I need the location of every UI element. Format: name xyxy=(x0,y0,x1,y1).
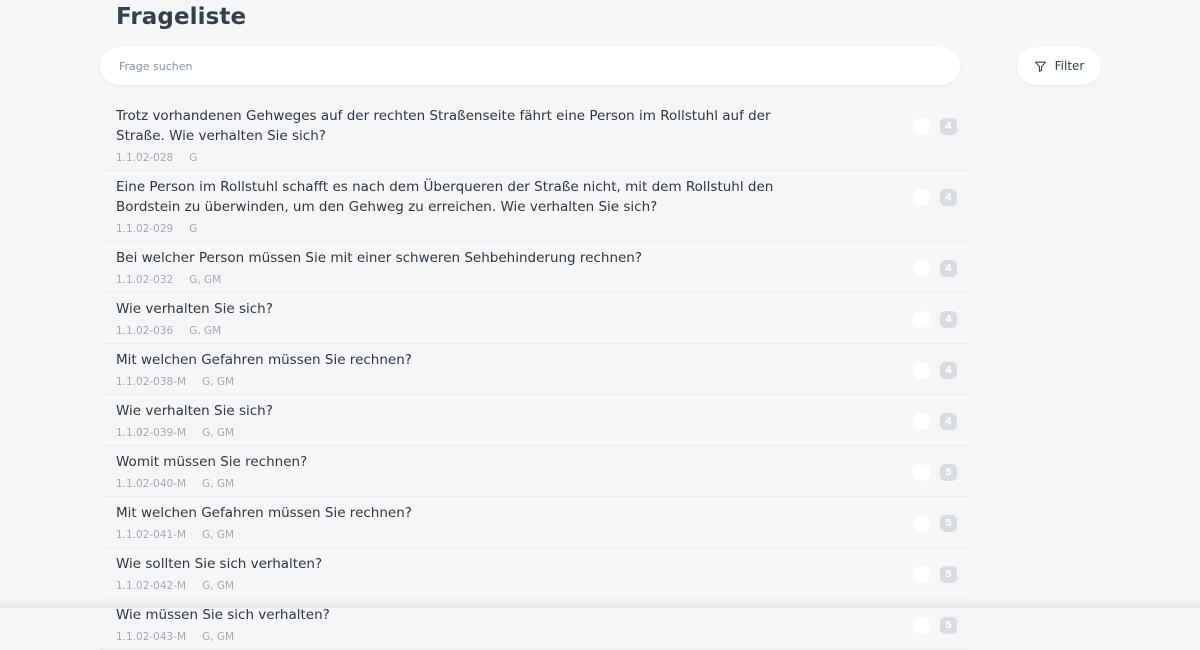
points-badge: 5 xyxy=(940,464,957,481)
question-code: 1.1.02-043-M xyxy=(116,631,187,643)
question-code: 1.1.02-039-M xyxy=(116,427,187,439)
points-badge: 4 xyxy=(940,311,957,328)
points-badge: 5 xyxy=(940,515,957,532)
license-classes: G xyxy=(189,223,198,235)
question-text: Bei welcher Person müssen Sie mit einer … xyxy=(116,250,643,266)
status-circle-icon xyxy=(913,515,930,532)
question-row[interactable]: Eine Person im Rollstuhl schafft es nach… xyxy=(100,171,968,242)
question-row[interactable]: Mit welchen Gefahren müssen Sie rechnen?… xyxy=(100,497,968,548)
status-circle-icon xyxy=(913,311,930,328)
question-text: Wie verhalten Sie sich? xyxy=(116,301,273,317)
question-meta: 1.1.02-039-M G, GM xyxy=(116,426,968,445)
question-meta: 1.1.02-040-M G, GM xyxy=(116,477,968,496)
question-code: 1.1.02-040-M xyxy=(116,478,187,490)
question-code: 1.1.02-038-M xyxy=(116,376,187,388)
question-text: Wie verhalten Sie sich? xyxy=(116,403,273,419)
status-circle-icon xyxy=(913,118,930,135)
license-classes: G, GM xyxy=(202,376,235,388)
status-circle-icon xyxy=(913,413,930,430)
filter-icon xyxy=(1034,60,1047,73)
points-badge: 5 xyxy=(940,566,957,583)
question-text: Mit welchen Gefahren müssen Sie rechnen? xyxy=(116,505,412,521)
license-classes: G, GM xyxy=(202,478,235,490)
status-circle-icon xyxy=(913,260,930,277)
points-badge: 4 xyxy=(940,413,957,430)
status-circle-icon xyxy=(913,566,930,583)
license-classes: G xyxy=(189,152,198,164)
points-badge: 4 xyxy=(940,189,957,206)
question-text: Wie müssen Sie sich verhalten? xyxy=(116,607,330,623)
question-meta: 1.1.02-036 G, GM xyxy=(116,324,968,343)
question-text: Eine Person im Rollstuhl schafft es nach… xyxy=(116,179,774,215)
question-meta: 1.1.02-042-M G, GM xyxy=(116,579,968,598)
question-row[interactable]: Wie verhalten Sie sich? 1.1.02-036 G, GM … xyxy=(100,293,968,344)
question-row[interactable]: Womit müssen Sie rechnen? 1.1.02-040-M G,… xyxy=(100,446,968,497)
question-text: Trotz vorhandenen Gehweges auf der recht… xyxy=(116,108,771,144)
filter-button[interactable]: Filter xyxy=(1017,47,1101,85)
status-circle-icon xyxy=(913,617,930,634)
question-code: 1.1.02-036 xyxy=(116,325,174,337)
question-text: Wie sollten Sie sich verhalten? xyxy=(116,556,323,572)
license-classes: G, GM xyxy=(202,529,235,541)
points-badge: 4 xyxy=(940,118,957,135)
bottom-shade xyxy=(0,600,1200,608)
question-row[interactable]: Wie sollten Sie sich verhalten? 1.1.02-0… xyxy=(100,548,968,599)
license-classes: G, GM xyxy=(202,580,235,592)
license-classes: G, GM xyxy=(202,427,235,439)
status-circle-icon xyxy=(913,362,930,379)
question-meta: 1.1.02-032 G, GM xyxy=(116,273,968,292)
search-box[interactable] xyxy=(100,47,960,85)
question-list: Trotz vorhandenen Gehweges auf der recht… xyxy=(100,100,968,650)
license-classes: G, GM xyxy=(202,631,235,643)
question-meta: 1.1.02-029 G xyxy=(116,222,968,241)
points-badge: 4 xyxy=(940,260,957,277)
question-meta: 1.1.02-043-M G, GM xyxy=(116,630,968,649)
question-text: Womit müssen Sie rechnen? xyxy=(116,454,308,470)
question-meta: 1.1.02-028 G xyxy=(116,151,968,170)
license-classes: G, GM xyxy=(189,274,222,286)
points-badge: 4 xyxy=(940,362,957,379)
question-code: 1.1.02-029 xyxy=(116,223,174,235)
question-meta: 1.1.02-038-M G, GM xyxy=(116,375,968,394)
license-classes: G, GM xyxy=(189,325,222,337)
points-badge: 5 xyxy=(940,617,957,634)
question-code: 1.1.02-041-M xyxy=(116,529,187,541)
search-input[interactable] xyxy=(117,58,941,74)
question-row[interactable]: Bei welcher Person müssen Sie mit einer … xyxy=(100,242,968,293)
status-circle-icon xyxy=(913,189,930,206)
page-title: Frageliste xyxy=(116,4,247,30)
question-row[interactable]: Mit welchen Gefahren müssen Sie rechnen?… xyxy=(100,344,968,395)
filter-label: Filter xyxy=(1054,59,1085,73)
question-code: 1.1.02-028 xyxy=(116,152,174,164)
question-row[interactable]: Wie verhalten Sie sich? 1.1.02-039-M G, G… xyxy=(100,395,968,446)
question-text: Mit welchen Gefahren müssen Sie rechnen? xyxy=(116,352,412,368)
question-meta: 1.1.02-041-M G, GM xyxy=(116,528,968,547)
question-code: 1.1.02-042-M xyxy=(116,580,187,592)
question-code: 1.1.02-032 xyxy=(116,274,174,286)
status-circle-icon xyxy=(913,464,930,481)
question-row[interactable]: Trotz vorhandenen Gehweges auf der recht… xyxy=(100,100,968,171)
